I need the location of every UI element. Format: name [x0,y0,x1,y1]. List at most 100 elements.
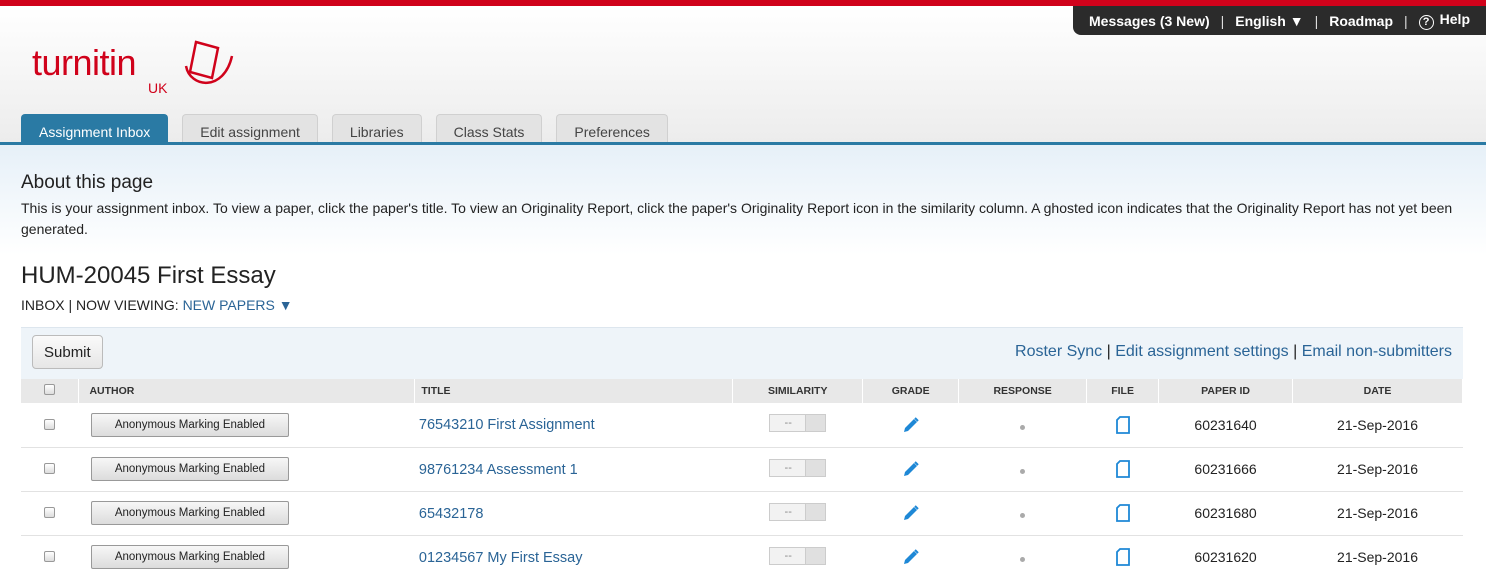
date-header[interactable]: DATE [1292,379,1463,403]
row-checkbox[interactable] [44,507,56,518]
file-icon[interactable] [1115,415,1130,434]
paper-title-link[interactable]: 76543210 First Assignment [415,417,595,433]
email-non-submitters-link[interactable]: Email non-submitters [1302,343,1452,360]
anonymous-marking-button[interactable]: Anonymous Marking Enabled [90,457,289,481]
file-icon[interactable] [1115,504,1130,522]
pencil-icon[interactable] [902,548,920,566]
pencil-icon[interactable] [902,504,920,522]
about-section: About this page This is your assignment … [0,145,1486,255]
similarity-report-button[interactable]: -- [769,414,827,433]
table-row: Anonymous Marking Enabled 76543210 First… [21,403,1463,448]
file-cell [1086,447,1159,492]
author-cell: Anonymous Marking Enabled [78,447,415,492]
similarity-knob [805,415,826,432]
table-row: Anonymous Marking Enabled 65432178 -- 60… [21,491,1463,536]
row-select-cell [21,447,79,492]
similarity-knob [805,547,826,564]
about-heading: About this page [21,172,154,193]
anonymous-marking-button[interactable]: Anonymous Marking Enabled [90,501,289,525]
submissions-table: AUTHOR TITLE SIMILARITY GRADE RESPONSE F… [21,379,1463,579]
roadmap-link[interactable]: Roadmap [1329,13,1393,29]
row-checkbox[interactable] [44,463,56,474]
inbox-toolbar: Submit Roster Sync | Edit assignment set… [21,327,1463,379]
paper-id-header[interactable]: PAPER ID [1158,379,1294,403]
grade-cell [862,491,959,536]
turnitin-logo[interactable]: turnitin UK [32,36,242,106]
help-label: Help [1439,11,1470,27]
logo-paper-icon [184,40,234,84]
help-link[interactable]: ? Help [1418,11,1470,30]
no-response-indicator [1020,424,1026,430]
similarity-report-button[interactable]: -- [769,502,827,521]
no-response-indicator [1020,469,1026,474]
response-cell [958,403,1087,448]
grade-cell [862,447,959,492]
messages-link[interactable]: Messages (3 New) [1089,13,1210,29]
paper-id-cell: 60231666 [1158,447,1293,492]
nav-separator: | [1404,12,1408,29]
similarity-cell: -- [732,403,863,448]
similarity-cell: -- [732,491,863,536]
toolbar-separator: | [1293,343,1298,360]
similarity-report-button[interactable]: -- [769,546,827,565]
grade-header[interactable]: GRADE [862,379,960,403]
row-select-cell [21,491,79,536]
table-header-row: AUTHOR TITLE SIMILARITY GRADE RESPONSE F… [21,379,1463,403]
similarity-header[interactable]: SIMILARITY [732,379,864,403]
paper-id-cell: 60231680 [1158,491,1293,536]
no-response-indicator [1020,557,1026,562]
paper-id-cell: 60231620 [1158,535,1293,579]
paper-title-link[interactable]: 01234567 My First Essay [415,550,583,566]
toolbar-links: Roster Sync | Edit assignment settings |… [1015,343,1452,361]
pencil-icon[interactable] [902,460,920,478]
similarity-cell: -- [732,535,863,579]
similarity-knob [805,459,826,476]
response-header[interactable]: RESPONSE [958,379,1088,403]
response-cell [958,535,1087,579]
title-cell: 01234567 My First Essay [414,535,733,579]
title-cell: 65432178 [414,491,733,536]
row-select-cell [21,535,79,579]
response-cell [958,491,1087,536]
now-viewing-label: | NOW VIEWING: [68,297,179,313]
submit-button[interactable]: Submit [32,335,103,369]
title-header[interactable]: TITLE [414,379,734,403]
file-cell [1086,535,1159,579]
paper-title-link[interactable]: 98761234 Assessment 1 [415,462,578,478]
table-row: Anonymous Marking Enabled 98761234 Asses… [21,447,1463,492]
top-navigation: Messages (3 New) | English ▼ | Roadmap |… [1073,6,1486,35]
response-cell [958,447,1087,492]
roster-sync-link[interactable]: Roster Sync [1015,343,1102,360]
edit-assignment-settings-link[interactable]: Edit assignment settings [1115,343,1288,360]
author-header[interactable]: AUTHOR [78,379,416,403]
logo-wordmark: turnitin [32,42,137,83]
title-cell: 76543210 First Assignment [414,403,733,448]
anonymous-marking-button[interactable]: Anonymous Marking Enabled [90,545,289,569]
row-select-cell [21,403,79,448]
now-viewing-dropdown[interactable]: NEW PAPERS ▼ [183,297,293,313]
language-dropdown[interactable]: English ▼ [1235,13,1303,29]
select-all-header [21,379,80,403]
select-all-checkbox[interactable] [44,384,56,395]
row-checkbox[interactable] [44,418,56,430]
grade-cell [862,403,959,448]
similarity-knob [805,503,826,520]
file-header[interactable]: FILE [1086,379,1160,403]
similarity-value: -- [784,461,792,474]
row-checkbox[interactable] [44,551,56,562]
no-response-indicator [1020,513,1026,518]
similarity-value: -- [784,549,792,562]
grade-cell [862,535,959,579]
file-icon[interactable] [1115,548,1130,566]
paper-title-link[interactable]: 65432178 [415,506,484,522]
similarity-report-button[interactable]: -- [769,458,827,477]
author-cell: Anonymous Marking Enabled [78,535,415,579]
file-cell [1086,403,1159,448]
anonymous-marking-button[interactable]: Anonymous Marking Enabled [90,412,289,437]
toolbar-separator: | [1106,343,1111,360]
file-icon[interactable] [1115,460,1130,478]
author-cell: Anonymous Marking Enabled [78,491,415,536]
file-cell [1086,491,1159,536]
logo-region: UK [148,80,168,96]
pencil-icon[interactable] [902,416,920,434]
